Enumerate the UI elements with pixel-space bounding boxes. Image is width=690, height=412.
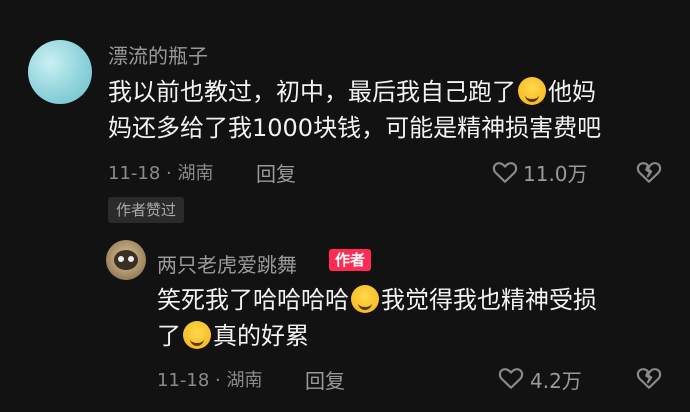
avatar[interactable]	[28, 40, 92, 104]
author-liked-badge: 作者赞过	[108, 197, 185, 223]
reply-reply-button[interactable]: 回复	[305, 365, 345, 394]
reply-username[interactable]: 两只老虎爱跳舞	[157, 249, 297, 278]
comment-reply-button[interactable]: 回复	[256, 158, 296, 187]
reply-date-location: 11-18 · 湖南	[157, 370, 263, 391]
comment-text-line2: 妈还多给了我1000块钱，可能是精神损害费吧	[108, 114, 602, 142]
reply-text-line2-b: 真的好累	[213, 322, 309, 350]
comment-username[interactable]: 漂流的瓶子	[108, 40, 208, 69]
heart-icon[interactable]	[492, 160, 518, 184]
tiger-face-icon	[114, 250, 138, 270]
hand-over-mouth-emoji-icon	[351, 285, 379, 313]
reply-text-line2-a: 了	[157, 322, 181, 350]
comment-text: 我以前也教过，初中，最后我自己跑了 他妈 妈还多给了我1000块钱，可能是精神损害…	[108, 74, 668, 146]
loudly-crying-emoji-icon	[183, 321, 211, 349]
reply-text-line1-a: 笑死我了哈哈哈哈	[157, 286, 349, 314]
author-tag: 作者	[329, 249, 372, 271]
comment-like-count: 11.0万	[523, 162, 588, 186]
reply-like-count: 4.2万	[530, 369, 582, 393]
reply-avatar[interactable]	[106, 240, 146, 280]
reply-text: 笑死我了哈哈哈哈 我觉得我也精神受损 了 真的好累	[157, 282, 677, 354]
broken-heart-icon[interactable]	[636, 366, 662, 390]
comment-date-location: 11-18 · 湖南	[108, 163, 214, 184]
broken-heart-icon[interactable]	[636, 160, 662, 184]
comment-text-line1: 我以前也教过，初中，最后我自己跑了	[108, 78, 516, 106]
reply-text-line1-b: 我觉得我也精神受损	[381, 286, 597, 314]
heart-icon[interactable]	[498, 366, 524, 390]
grinning-sweat-emoji-icon	[518, 77, 546, 105]
comment-text-line1-tail: 他妈	[548, 78, 596, 106]
